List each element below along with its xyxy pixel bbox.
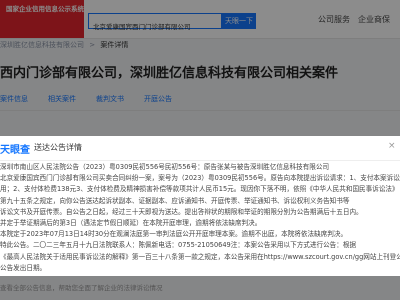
- close-icon[interactable]: ×: [388, 141, 396, 151]
- notice-line: 用；2、支付体检费138元3、支付体检费及精神损害补偿等款项共计人民币15元。现…: [0, 185, 399, 194]
- notice-line: 本院定于2023年07月13日14时30分在观澜法庭第一审判法庭公开开庭审理本案…: [0, 230, 348, 239]
- notice-line: 深圳市南山区人民法院公告（2023）粤0309民初556号民初556号：原告张某…: [0, 163, 330, 171]
- modal-header: 天眼查 送达公告详情 ×: [0, 136, 400, 161]
- modal-body: 深圳市南山区人民法院公告（2023）粤0309民初556号民初556号：原告张某…: [0, 162, 400, 274]
- notice-line: 公告发出日期。: [0, 263, 47, 272]
- notice-line: 北京爱康国宾西门门诊部有限公司买卖合同纠纷一案，案号为（2023）粤0309民初…: [0, 174, 400, 183]
- notice-line: 特此公告。二〇二三年五月十九日法院联系人：陈佩新电话：0755-21050649…: [0, 241, 357, 250]
- notice-line: 《最高人民法院关于适用民事诉讼法的解释》第一百三十八条第一款之规定，本公告采用在…: [0, 252, 400, 261]
- notice-line: 第九十五条之规定，向你公告送达起诉状副本、证据副本、应诉通知书、开庭传票、举证通…: [0, 196, 350, 205]
- notice-line: 诉讼文书及开庭传票。自公告之日起，经过三十天即视为送达。提出答辩状的期限和举证的…: [0, 207, 363, 216]
- brand-logo: 天眼查: [0, 145, 30, 156]
- notice-modal: 天眼查 送达公告详情 × 深圳市南山区人民法院公告（2023）粤0309民初55…: [0, 136, 400, 276]
- notice-line: 并定于举证期满后的第3日（遇法定节假日顺延）在本院开庭审理，逾期将依法缺席判决。: [0, 219, 262, 228]
- modal-title: 送达公告详情: [34, 143, 82, 152]
